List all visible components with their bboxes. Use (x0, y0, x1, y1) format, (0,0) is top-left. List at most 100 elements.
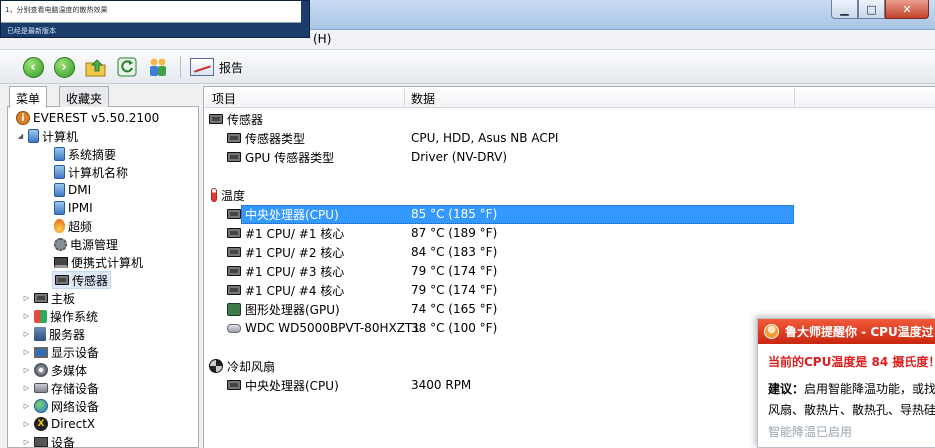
item-value: 79 °C (174 °F) (411, 283, 498, 297)
group-label: 传感器 (227, 112, 264, 127)
tree-item-label: 电源管理 (70, 237, 119, 252)
tree-item-ipmi[interactable]: IPMI (54, 199, 93, 217)
notification-title: 鲁大师提醒你 - CPU温度过 (785, 325, 934, 339)
back-button[interactable]: ‹ (20, 55, 46, 79)
tree-item-portable[interactable]: 便携式计算机 (54, 253, 143, 271)
assistant-avatar-icon (764, 324, 779, 339)
folder-up-icon (85, 59, 106, 77)
column-separator[interactable] (794, 89, 795, 106)
tree-item-power[interactable]: 电源管理 (54, 235, 118, 253)
smart-cooling-link[interactable]: 智能降温已启用 (768, 423, 852, 440)
list-item[interactable]: GPU 传感器类型 (227, 148, 334, 166)
list-item[interactable]: #1 CPU/ #4 核心 (227, 281, 344, 299)
refresh-icon (117, 57, 137, 77)
list-item[interactable]: #1 CPU/ #2 核心 (227, 243, 344, 261)
motherboard-icon (34, 293, 48, 303)
column-data[interactable]: 数据 (411, 90, 435, 107)
cpu-core-icon (227, 285, 241, 295)
forward-button[interactable]: › (51, 55, 77, 79)
tree-item-label: 存储设备 (51, 381, 100, 396)
cpu-icon (227, 380, 241, 390)
overlay-message: 1，分别查看电脑温度的散热效果 (5, 6, 108, 14)
tree-root-label: EVEREST v5.50.2100 (33, 111, 160, 125)
expand-icon: ▷ (23, 438, 30, 446)
tree-item-display[interactable]: ▷ 显示设备 (22, 343, 99, 361)
tree-item-overclock[interactable]: 超频 (54, 217, 92, 235)
list-item[interactable]: WDC WD5000BPVT-80HXZT1 (227, 319, 420, 337)
tree-item-network[interactable]: ▷ 网络设备 (22, 397, 99, 415)
close-button[interactable]: ✕ (885, 0, 929, 19)
menu-help[interactable]: (H) (313, 32, 331, 46)
group-label: 冷却风扇 (227, 359, 276, 374)
tree-item-server[interactable]: ▷ 服务器 (22, 325, 85, 343)
minimize-button[interactable]: ▁ (831, 0, 858, 19)
list-item-selected[interactable]: 中央处理器(CPU) (227, 205, 339, 223)
notification-header: 鲁大师提醒你 - CPU温度过 (758, 319, 935, 344)
thermometer-icon (211, 188, 217, 202)
temperature-notification[interactable]: 鲁大师提醒你 - CPU温度过 当前的CPU温度是 84 摄氏度！ 建议：启用智… (757, 318, 935, 448)
tree-item-label: 计算机 (42, 129, 79, 144)
item-label: 中央处理器(CPU) (245, 378, 339, 393)
item-label: 图形处理器(GPU) (245, 302, 340, 317)
expand-icon: ▷ (23, 402, 30, 410)
expand-icon: ▷ (23, 420, 30, 428)
item-label: 传感器类型 (245, 131, 306, 146)
item-label: #1 CPU/ #1 核心 (245, 226, 345, 241)
list-item[interactable]: #1 CPU/ #3 核心 (227, 262, 344, 280)
up-button[interactable] (83, 55, 109, 79)
column-separator[interactable] (404, 89, 405, 106)
tree-item-label: 网络设备 (51, 399, 100, 414)
item-label: #1 CPU/ #4 核心 (245, 283, 345, 298)
list-header: 项目 数据 (205, 87, 935, 108)
tree-item-multimedia[interactable]: ▷ 多媒体 (22, 361, 87, 379)
tree-item-os[interactable]: ▷ 操作系统 (22, 307, 98, 325)
tree-item-label: 设备 (51, 435, 76, 448)
tab-favorites[interactable]: 收藏夹 (59, 86, 110, 107)
refresh-button[interactable] (114, 55, 140, 79)
overlay-content: 1，分别查看电脑温度的散热效果 (1, 1, 301, 23)
power-icon (54, 237, 67, 251)
users-button[interactable] (145, 55, 171, 79)
tree-item-label: IPMI (68, 201, 93, 215)
tree-item-computer-name[interactable]: 计算机名称 (54, 163, 128, 181)
tab-menu[interactable]: 菜单 (9, 86, 48, 108)
toolbar: ‹ › 报告 (0, 50, 935, 84)
report-button[interactable]: 报告 (190, 55, 243, 79)
tree-item-devices[interactable]: ▷ 设备 (22, 433, 75, 448)
tree-item-motherboard[interactable]: ▷ 主板 (22, 289, 75, 307)
computer-icon (54, 183, 65, 197)
tree-item-directx[interactable]: ▷ X DirectX (22, 415, 95, 433)
tree-item-computer[interactable]: ◢ 计算机 (16, 127, 78, 145)
report-label: 报告 (219, 60, 244, 75)
left-tabs: 菜单 收藏夹 (7, 86, 199, 108)
group-sensor: 传感器 (209, 110, 263, 128)
sensor-chip-icon (227, 152, 241, 162)
list-item[interactable]: #1 CPU/ #1 核心 (227, 224, 344, 242)
expand-icon: ▷ (23, 366, 30, 374)
column-item[interactable]: 项目 (212, 90, 236, 107)
maximize-button[interactable]: □ (858, 0, 885, 19)
tree-item-dmi[interactable]: DMI (54, 181, 91, 199)
tree-item-sensor[interactable]: 传感器 (52, 271, 112, 289)
sensor-chip-icon (55, 275, 69, 285)
item-value: 38 °C (100 °F) (411, 321, 498, 335)
tree-item-storage[interactable]: ▷ 存储设备 (22, 379, 99, 397)
tree-item-label: 超频 (68, 219, 93, 234)
suggestion-text: 启用智能降温功能，或找 (804, 382, 935, 396)
overlay-window[interactable]: 1，分别查看电脑温度的散热效果 已经是最新版本 (0, 0, 310, 38)
tree-root[interactable]: i EVEREST v5.50.2100 (16, 109, 159, 127)
group-cooling-fan: 冷却风扇 (209, 357, 275, 375)
list-item[interactable]: 传感器类型 (227, 129, 305, 147)
item-value: 84 °C (183 °F) (411, 245, 498, 259)
item-label: #1 CPU/ #3 核心 (245, 264, 345, 279)
sensor-chip-icon (209, 114, 223, 124)
list-item[interactable]: 图形处理器(GPU) (227, 300, 340, 318)
server-icon (34, 327, 46, 341)
cpu-core-icon (227, 247, 241, 257)
expand-icon: ▷ (23, 330, 30, 338)
device-icon (34, 437, 48, 447)
group-label: 温度 (221, 188, 246, 203)
tree-item-summary[interactable]: 系统摘要 (54, 145, 116, 163)
list-item[interactable]: 中央处理器(CPU) (227, 376, 339, 394)
hard-disk-icon (227, 323, 241, 333)
